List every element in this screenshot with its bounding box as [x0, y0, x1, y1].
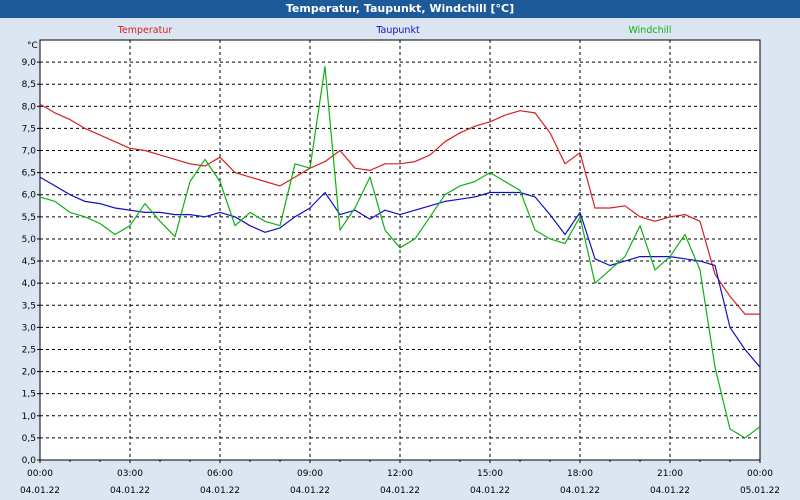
y-tick-label: 1,0 [22, 412, 37, 422]
legend-temperatur: Temperatur [117, 25, 173, 36]
y-axis-unit: °C [27, 41, 38, 51]
x-tick-date: 04.01.22 [20, 486, 60, 496]
x-tick-time: 00:00 [27, 469, 53, 479]
y-tick-label: 2,0 [22, 368, 37, 378]
x-tick-time: 03:00 [117, 469, 143, 479]
y-tick-label: 8,0 [22, 102, 37, 112]
y-tick-label: 0,5 [22, 434, 36, 444]
y-tick-label: 4,5 [22, 257, 36, 267]
x-tick-date: 04.01.22 [560, 486, 600, 496]
legend-windchill: Windchill [628, 25, 671, 36]
line-chart: 0,0 0,5 1,0 1,5 2,0 2,5 3,0 3,5 4,0 4,5 5,0 5,5 6,0 6… [20, 25, 780, 496]
x-tick-time: 06:00 [207, 469, 233, 479]
y-tick-label: 6,0 [22, 191, 37, 201]
y-tick-label: 2,5 [22, 345, 36, 355]
y-tick-label: 3,5 [22, 301, 36, 311]
x-tick-date: 04.01.22 [380, 486, 420, 496]
y-tick-label: 7,5 [22, 124, 36, 134]
x-tick-date: 04.01.22 [200, 486, 240, 496]
y-tick-label: 7,0 [22, 147, 37, 157]
x-tick-date: 04.01.22 [650, 486, 690, 496]
x-axis: 00:00 04.01.22 03:00 04.01.22 06:00 04.01.22 0… [20, 460, 780, 496]
y-axis: 0,0 0,5 1,0 1,5 2,0 2,5 3,0 3,5 4,0 4,5 5,0 5,5 6,0 6… [22, 41, 40, 466]
legend: Temperatur Taupunkt Windchill [117, 25, 672, 36]
x-tick-time: 15:00 [477, 469, 503, 479]
y-tick-label: 4,0 [22, 279, 37, 289]
y-tick-label: 1,5 [22, 390, 36, 400]
x-tick-time: 12:00 [387, 469, 413, 479]
y-tick-label: 3,0 [22, 323, 37, 333]
x-tick-time: 18:00 [567, 469, 593, 479]
legend-taupunkt: Taupunkt [375, 25, 420, 36]
x-tick-time: 00:00 [747, 469, 773, 479]
x-tick-date: 04.01.22 [290, 486, 330, 496]
y-tick-label: 0,0 [22, 456, 37, 466]
y-tick-label: 9,0 [22, 58, 37, 68]
y-tick-label: 6,5 [22, 169, 36, 179]
x-tick-date: 04.01.22 [470, 486, 510, 496]
y-tick-label: 5,5 [22, 213, 36, 223]
x-tick-time: 21:00 [657, 469, 683, 479]
x-tick-date: 04.01.22 [110, 486, 150, 496]
x-tick-time: 09:00 [297, 469, 323, 479]
x-tick-date: 05.01.22 [740, 486, 780, 496]
y-tick-label: 8,5 [22, 80, 36, 90]
y-tick-label: 5,0 [22, 235, 37, 245]
